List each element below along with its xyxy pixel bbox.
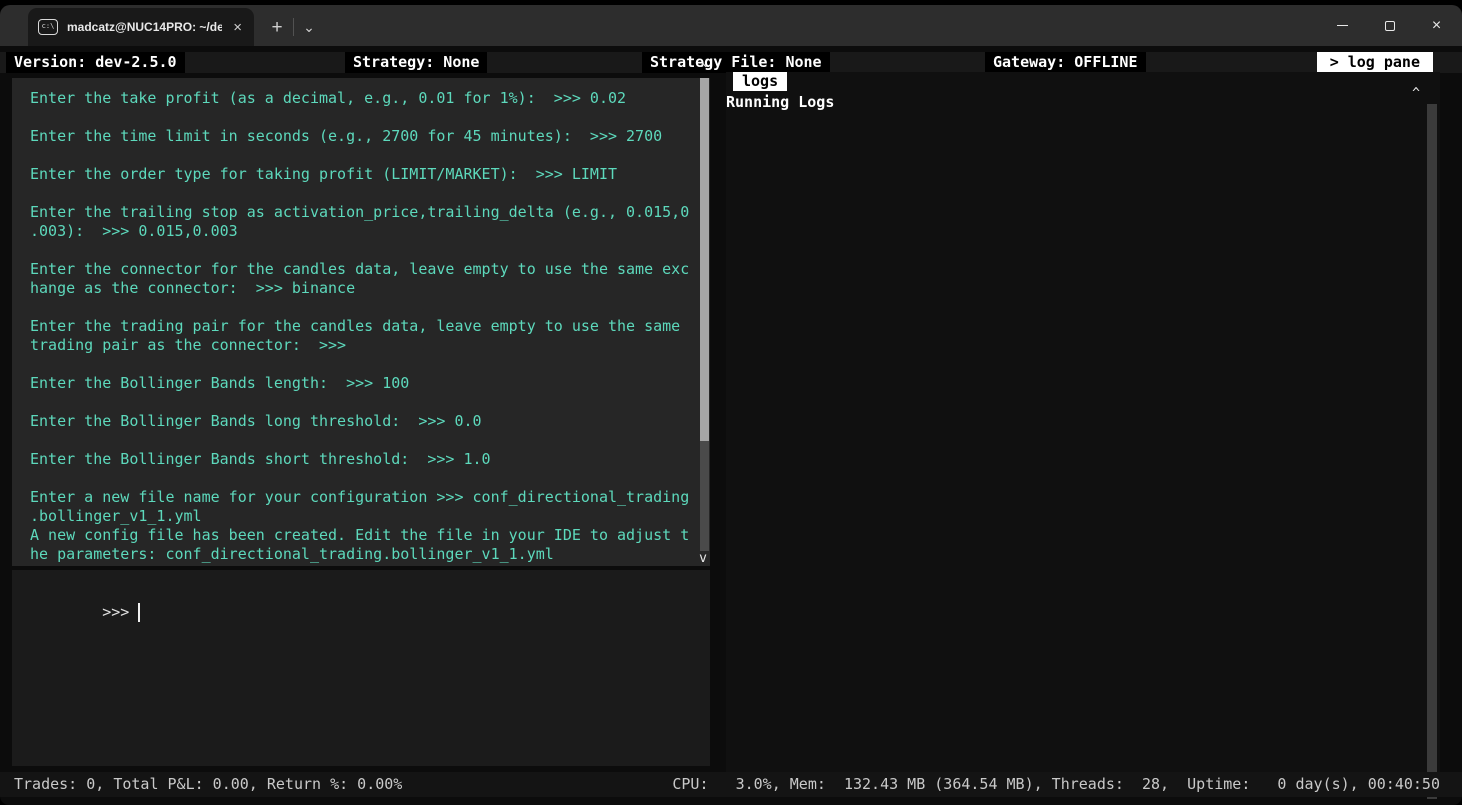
tab-logs[interactable]: logs xyxy=(733,72,787,91)
terminal-tab[interactable]: c:\ madcatz@NUC14PRO: ~/deve × xyxy=(28,8,254,46)
terminal-output-line: Enter the connector for the candles data… xyxy=(30,260,710,279)
terminal-output-line: A new config file has been created. Edit… xyxy=(30,526,710,545)
terminal-content: Version: dev-2.5.0 Strategy: None Strate… xyxy=(0,46,1462,805)
terminal-output-line: Enter a new file name for your configura… xyxy=(30,488,710,507)
output-scrollbar[interactable] xyxy=(700,78,709,551)
status-bar: Trades: 0, Total P&L: 0.00, Return %: 0.… xyxy=(0,772,1462,797)
hummingbot-topbar: Version: dev-2.5.0 Strategy: None Strate… xyxy=(0,52,1462,73)
terminal-output-line xyxy=(30,108,710,127)
terminal-output-line: hange as the connector: >>> binance xyxy=(30,279,710,298)
strategy-label: Strategy: None xyxy=(345,52,487,73)
tab-title: madcatz@NUC14PRO: ~/deve xyxy=(67,20,222,34)
tab-dropdown-icon[interactable]: ⌄ xyxy=(297,14,321,40)
scrollbar-thumb[interactable] xyxy=(700,78,709,441)
terminal-output-line: .003): >>> 0.015,0.003 xyxy=(30,222,710,241)
terminal-output-line: Enter the time limit in seconds (e.g., 2… xyxy=(30,127,710,146)
terminal-output-line xyxy=(30,355,710,374)
terminal-output-line: Enter the trailing stop as activation_pr… xyxy=(30,203,710,222)
terminal-output-line xyxy=(30,298,710,317)
scroll-up-indicator: ^ xyxy=(1412,87,1420,100)
scroll-up-indicator: ^ xyxy=(699,63,707,76)
input-pane[interactable]: >>> xyxy=(12,570,710,766)
terminal-output-line: Enter the Bollinger Bands short threshol… xyxy=(30,450,710,469)
terminal-output-line: Enter the Bollinger Bands long threshold… xyxy=(30,412,710,431)
new-tab-button[interactable]: + xyxy=(264,15,290,41)
terminal-window: c:\ madcatz@NUC14PRO: ~/deve × + ⌄ × Ver… xyxy=(0,0,1462,805)
text-cursor xyxy=(138,603,140,622)
version-label: Version: dev-2.5.0 xyxy=(6,52,185,73)
command-prompt-icon: c:\ xyxy=(38,19,58,35)
terminal-output-line xyxy=(30,184,710,203)
minimize-icon xyxy=(1337,25,1348,27)
terminal-output-line xyxy=(30,469,710,488)
input-prompt: >>> xyxy=(102,603,129,621)
command-input-line[interactable]: >>> xyxy=(12,570,710,589)
minimize-button[interactable] xyxy=(1319,5,1366,46)
maximize-button[interactable] xyxy=(1366,5,1413,46)
output-pane: Enter the take profit (as a decimal, e.g… xyxy=(12,78,710,566)
terminal-output-line: .bollinger_v1_1.yml xyxy=(30,507,710,526)
scrollbar-track[interactable] xyxy=(700,441,709,551)
log-pane-title: Running Logs xyxy=(726,93,834,112)
window-controls: × xyxy=(1319,5,1460,46)
trades-summary: Trades: 0, Total P&L: 0.00, Return %: 0.… xyxy=(14,772,402,797)
log-scrollbar[interactable] xyxy=(1427,104,1437,799)
system-stats: CPU: 3.0%, Mem: 132.43 MB (364.54 MB), T… xyxy=(672,772,1440,797)
tab-divider xyxy=(293,18,294,36)
terminal-output-line: he parameters: conf_directional_trading.… xyxy=(30,545,710,564)
terminal-output-line: Enter the Bollinger Bands length: >>> 10… xyxy=(30,374,710,393)
log-pane-toggle-button[interactable]: > log pane xyxy=(1317,52,1433,73)
maximize-icon xyxy=(1385,21,1395,31)
gateway-status-label: Gateway: OFFLINE xyxy=(985,52,1146,73)
log-pane: logs Running Logs ^ v xyxy=(726,72,1440,772)
close-icon: × xyxy=(1432,18,1441,34)
strategy-file-label: Strategy File: None xyxy=(642,52,830,73)
terminal-output-line: Enter the order type for taking profit (… xyxy=(30,165,710,184)
terminal-output-line xyxy=(30,241,710,260)
titlebar[interactable]: c:\ madcatz@NUC14PRO: ~/deve × + ⌄ × xyxy=(0,5,1462,46)
terminal-output-line xyxy=(30,431,710,450)
terminal-output-line xyxy=(30,146,710,165)
terminal-output: Enter the take profit (as a decimal, e.g… xyxy=(12,78,710,564)
tab-close-icon[interactable]: × xyxy=(231,20,244,35)
close-button[interactable]: × xyxy=(1413,5,1460,46)
terminal-output-line: Enter the trading pair for the candles d… xyxy=(30,317,710,336)
scroll-down-indicator: v xyxy=(699,552,707,565)
terminal-output-line: Enter the take profit (as a decimal, e.g… xyxy=(30,89,710,108)
terminal-output-line: trading pair as the connector: >>> xyxy=(30,336,710,355)
terminal-output-line xyxy=(30,393,710,412)
